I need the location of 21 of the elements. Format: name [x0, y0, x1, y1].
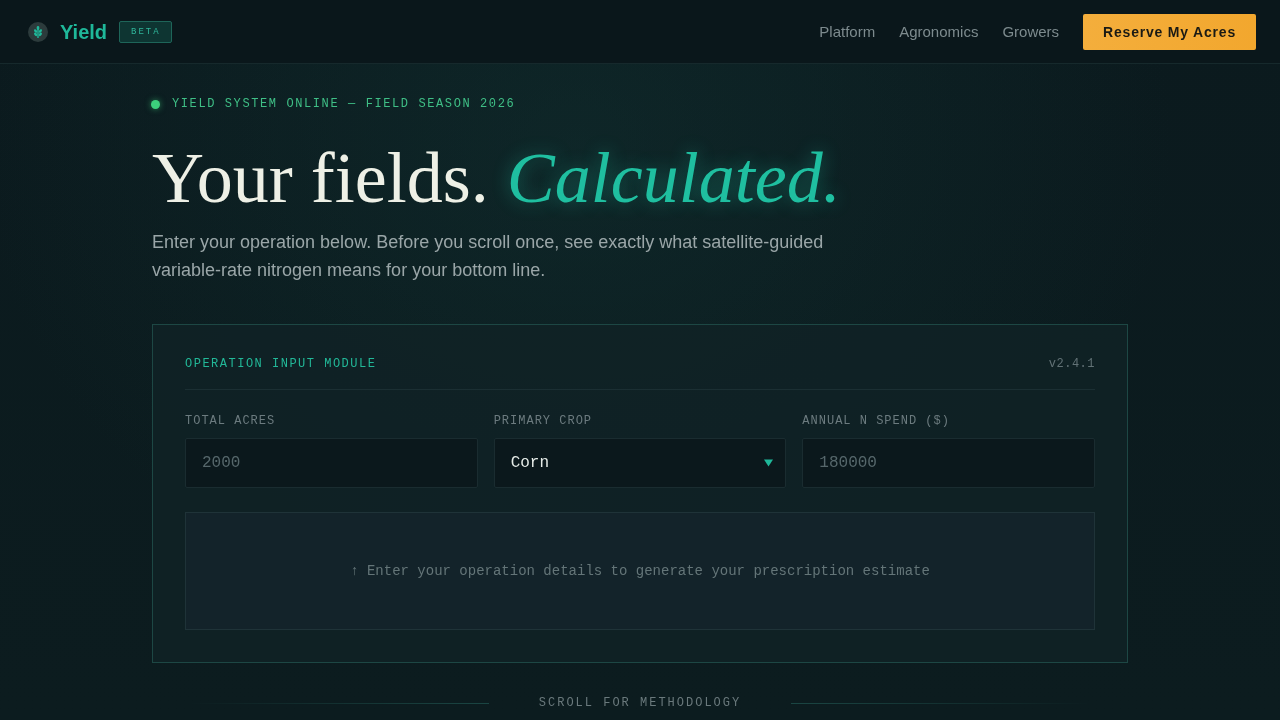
nav-link[interactable]: Platform: [819, 22, 876, 41]
caret-icon: [764, 459, 774, 467]
hero-subtitle: Enter your operation below. Before you scroll once, see exactly what satellite-guided variable-rate nitrogen means for your bottom line.: [152, 231, 825, 282]
result-hint: ↑ Enter your operation details to generate your prescription estimate: [350, 562, 930, 580]
field-label: TOTAL ACRES: [185, 414, 276, 428]
module-title: OPERATION INPUT MODULE: [185, 357, 377, 371]
reserve-button[interactable]: Reserve My Acres: [1083, 13, 1256, 50]
wheat-logo-icon: [28, 21, 48, 42]
nav-link[interactable]: Agronomics: [899, 22, 979, 41]
nav-link[interactable]: Growers: [1002, 22, 1060, 41]
number-input[interactable]: 2000: [185, 438, 478, 488]
field-label: PRIMARY CROP: [493, 414, 593, 428]
crop-select[interactable]: Corn: [493, 438, 787, 488]
field-label: ANNUAL N SPEND ($): [802, 414, 950, 428]
version-label: v2.4.1: [1048, 357, 1095, 371]
number-input[interactable]: 180000: [802, 438, 1095, 488]
beta-badge: BETA: [119, 20, 172, 43]
scroll-hint: SCROLL FOR METHODOLOGY: [538, 696, 742, 710]
brand-name-link[interactable]: Yield: [60, 19, 108, 44]
hero-headline: Your fields. Calculated.: [152, 139, 841, 218]
status-text: YIELD SYSTEM ONLINE — FIELD SEASON 2026: [172, 96, 516, 112]
